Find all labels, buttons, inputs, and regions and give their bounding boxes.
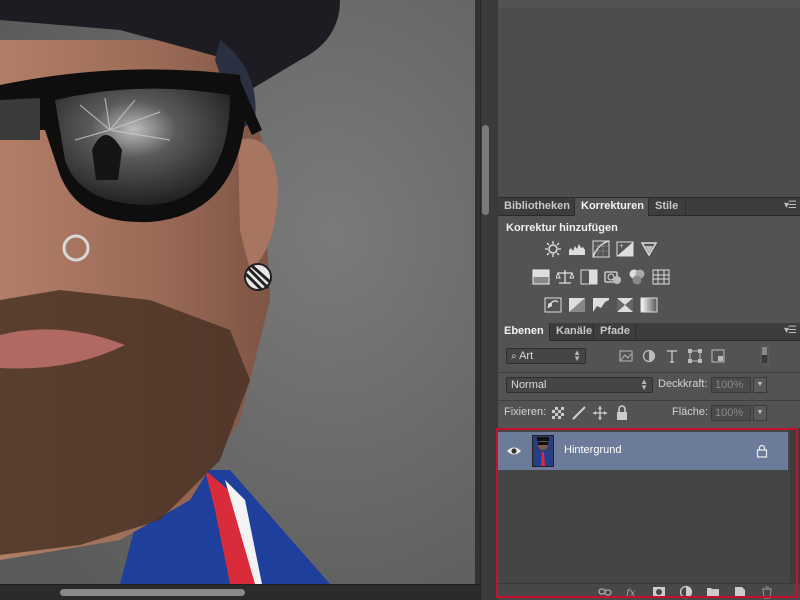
tab-paths[interactable]: Pfade [594, 323, 636, 341]
fill-input[interactable]: 100% [711, 405, 751, 421]
search-icon: ⌕ [511, 351, 517, 362]
opacity-dropdown-icon[interactable]: ▼ [753, 377, 767, 393]
filter-kind-select[interactable]: ⌕ Art ▲ ▼ [506, 348, 586, 364]
link-layers-icon[interactable] [598, 585, 612, 599]
panel-gutter [480, 0, 498, 600]
stepper-icon: ▲ ▼ [640, 377, 648, 392]
threshold-icon[interactable] [592, 296, 610, 314]
filter-shape-icon[interactable] [687, 348, 703, 364]
panel-menu-icon[interactable]: ▾☰ [784, 200, 797, 211]
lock-icon[interactable] [756, 444, 768, 458]
layers-panel-menu-icon[interactable]: ▾☰ [784, 325, 797, 336]
fx-icon[interactable]: fx [625, 585, 639, 599]
tab-layers[interactable]: Ebenen [498, 323, 550, 341]
filter-adjustment-icon[interactable] [641, 348, 657, 364]
lock-label: Fixieren: [504, 406, 547, 418]
color-lookup-icon[interactable] [652, 268, 670, 286]
new-layer-icon[interactable] [733, 585, 747, 599]
top-panel-content [498, 8, 800, 197]
black-white-icon[interactable] [580, 268, 598, 286]
lock-transparent-pixels-icon[interactable] [550, 405, 566, 421]
levels-icon[interactable] [568, 240, 586, 258]
blend-mode-value: Normal [511, 379, 547, 391]
posterize-icon[interactable] [568, 296, 586, 314]
curves-icon[interactable] [592, 240, 610, 258]
filter-kind-value: Art [519, 350, 534, 362]
layers-tabbar: Ebenen Kanäle Pfade ▾☰ [498, 323, 800, 341]
eye-icon[interactable] [506, 444, 522, 458]
fill-dropdown-icon[interactable]: ▼ [753, 405, 767, 421]
new-group-icon[interactable] [706, 585, 720, 599]
lock-all-icon[interactable] [614, 405, 630, 421]
lock-image-pixels-icon[interactable] [571, 405, 587, 421]
layer-thumbnail [532, 435, 554, 467]
lock-position-icon[interactable] [592, 405, 608, 421]
portrait-photo [0, 0, 475, 584]
blend-row: Normal ▲ ▼ Deckkraft: 100% ▼ [498, 373, 800, 399]
vibrance-icon[interactable] [640, 240, 658, 258]
opacity-label: Deckkraft: [658, 378, 708, 390]
filter-type-icon[interactable] [664, 348, 680, 364]
top-panel [498, 0, 800, 198]
new-adjustment-icon[interactable] [679, 585, 693, 599]
add-mask-icon[interactable] [652, 585, 666, 599]
channel-mixer-icon[interactable] [628, 268, 646, 286]
hue-saturation-icon[interactable] [532, 268, 550, 286]
layer-filter-row: ⌕ Art ▲ ▼ [498, 345, 800, 371]
horizontal-scrollbar[interactable] [0, 584, 480, 600]
tab-libraries[interactable]: Bibliotheken [498, 198, 575, 216]
document-canvas[interactable] [0, 0, 480, 600]
tab-styles[interactable]: Stile [649, 198, 686, 216]
layer-list: Hintergrund [498, 428, 800, 583]
exposure-icon[interactable]: + [616, 240, 634, 258]
layers-panel: Ebenen Kanäle Pfade ▾☰ ⌕ Art ▲ ▼ Normal … [498, 323, 800, 600]
svg-text:fx: fx [625, 588, 636, 599]
invert-icon[interactable] [544, 296, 562, 314]
selective-color-icon[interactable] [616, 296, 634, 314]
horizontal-scroll-thumb[interactable] [60, 589, 245, 596]
delete-icon[interactable] [760, 585, 774, 599]
svg-text:+: + [619, 243, 624, 250]
vertical-scroll-thumb[interactable] [482, 125, 489, 215]
filter-pixel-icon[interactable] [618, 348, 634, 364]
filter-smart-object-icon[interactable] [710, 348, 726, 364]
opacity-input[interactable]: 100% [711, 377, 751, 393]
layers-footer: fx [498, 583, 800, 600]
photo-filter-icon[interactable] [604, 268, 622, 286]
gradient-map-icon[interactable] [640, 296, 658, 314]
layer-list-scrollbar[interactable] [790, 428, 800, 583]
adjustments-tabbar: Bibliotheken Korrekturen Stile ▾☰ [498, 198, 800, 216]
stepper-icon: ▲ ▼ [573, 348, 581, 363]
fill-label: Fläche: [672, 406, 709, 418]
adjustments-title: Korrektur hinzufügen [506, 222, 618, 234]
layer-name[interactable]: Hintergrund [564, 444, 621, 456]
lock-row: Fixieren: Fläche: 100% ▼ [498, 401, 800, 427]
color-balance-icon[interactable] [556, 268, 574, 286]
panel-column: Bibliotheken Korrekturen Stile ▾☰ Korrek… [498, 0, 800, 600]
layer-row-background[interactable]: Hintergrund [498, 432, 788, 470]
filter-toggle-icon[interactable] [756, 346, 772, 365]
tab-adjustments[interactable]: Korrekturen [575, 198, 649, 216]
blend-mode-select[interactable]: Normal ▲ ▼ [506, 377, 653, 393]
tab-channels[interactable]: Kanäle [550, 323, 594, 341]
brightness-contrast-icon[interactable] [544, 240, 562, 258]
adjustments-panel: Bibliotheken Korrekturen Stile ▾☰ Korrek… [498, 198, 800, 323]
